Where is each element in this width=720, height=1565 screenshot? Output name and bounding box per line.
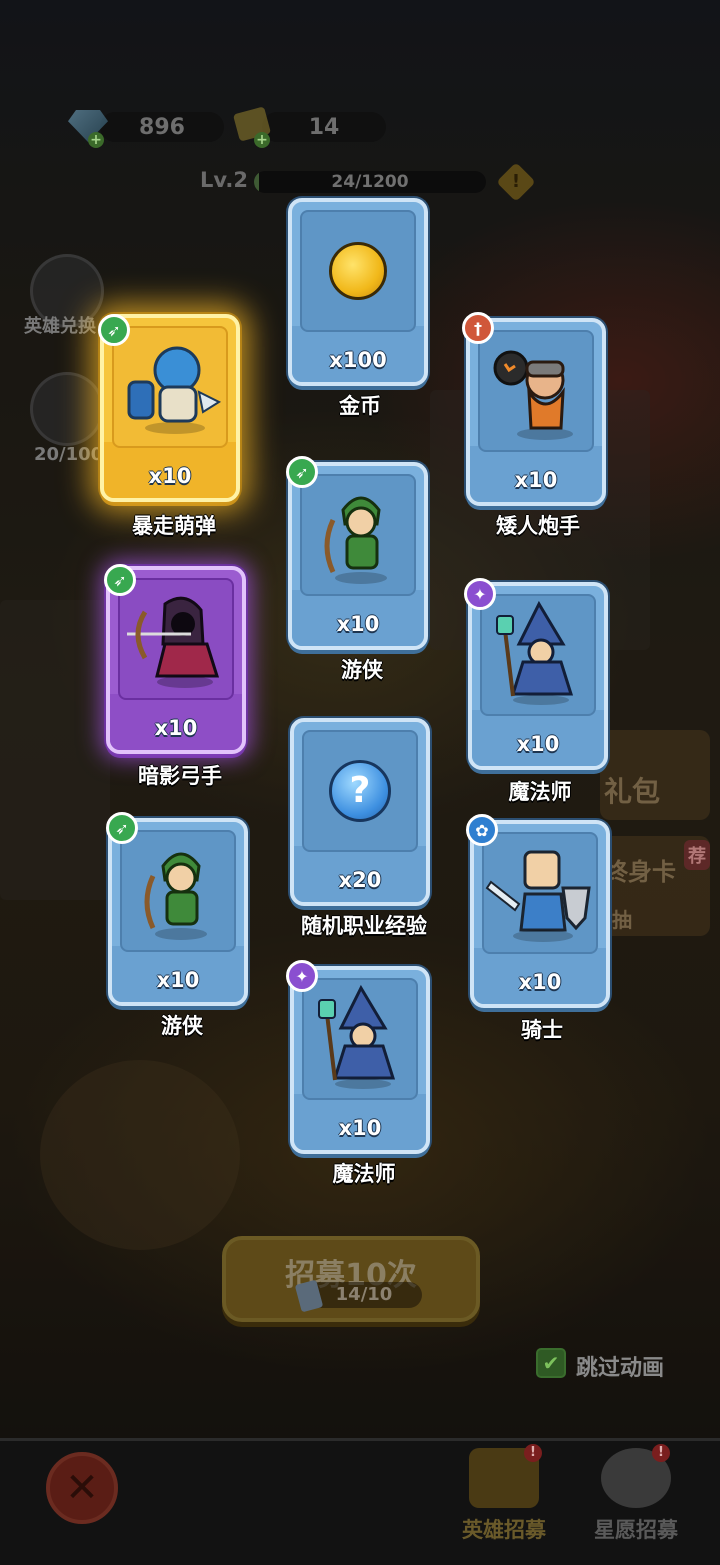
wizard-sprite xyxy=(496,600,574,705)
ranger-bow-icon: ➶ xyxy=(98,314,130,346)
dwarf-bomber-sprite xyxy=(493,350,573,440)
reward-name: 金币 xyxy=(339,394,381,418)
reward-portrait xyxy=(112,326,228,448)
mage-staff-icon: ✦ xyxy=(286,960,318,992)
recruit-ten-button[interactable]: 招募10次 14/10 xyxy=(222,1236,480,1322)
tab-hero-recruit-label: 英雄招募 xyxy=(462,1518,546,1542)
gem-count: 896 xyxy=(139,114,185,140)
ranger-bow-icon: ➶ xyxy=(104,564,136,596)
exp-text: 24/1200 xyxy=(331,172,409,192)
star-progress-label: 20/100 xyxy=(34,444,104,465)
mage-staff-icon: ✦ xyxy=(464,578,496,610)
green-ranger-sprite xyxy=(144,852,207,940)
recommend-badge: 荐 xyxy=(684,840,710,870)
gold-coin-icon xyxy=(329,242,387,300)
exp-bar: 24/1200 xyxy=(254,171,486,193)
reward-card[interactable]: x10 xyxy=(470,820,610,1008)
hero-blue-helmet-sprite xyxy=(127,346,222,434)
reward-portrait xyxy=(302,978,418,1100)
reward-portrait xyxy=(480,594,596,716)
warrior-sword-icon: † xyxy=(462,312,494,344)
add-gem-icon[interactable]: + xyxy=(88,132,104,148)
ticket-counter: 14 xyxy=(262,112,386,142)
reward-quantity: x20 xyxy=(338,868,382,892)
draw-label: 抽 xyxy=(612,908,632,932)
reward-name: 矮人炮手 xyxy=(496,514,580,538)
reward-quantity: x10 xyxy=(516,732,560,756)
reward-quantity: x10 xyxy=(156,968,200,992)
reward-quantity: x10 xyxy=(148,464,192,488)
tank-paw-icon: ✿ xyxy=(466,814,498,846)
reward-name: 游侠 xyxy=(161,1014,203,1038)
shadow-archer-sprite xyxy=(127,596,220,688)
reward-name: 骑士 xyxy=(521,1018,563,1042)
ranger-bow-icon: ➶ xyxy=(286,456,318,488)
reward-quantity: x10 xyxy=(518,970,562,994)
reward-quantity: x10 xyxy=(336,612,380,636)
reward-card[interactable]: ? x20 xyxy=(290,718,430,906)
tab-wish-recruit[interactable]: 星愿招募 ! xyxy=(586,1444,686,1544)
knight-sprite xyxy=(485,850,591,942)
reward-name: 暴走萌弹 xyxy=(132,514,216,538)
player-level: Lv.2 xyxy=(200,168,248,192)
green-ranger-sprite xyxy=(324,496,387,584)
gem-counter: 896 xyxy=(100,112,224,142)
reward-portrait xyxy=(118,578,234,700)
reward-portrait xyxy=(482,832,598,954)
close-icon[interactable]: ✕ xyxy=(46,1452,118,1524)
reward-portrait xyxy=(300,474,416,596)
reward-portrait: ? xyxy=(302,730,418,852)
reward-card[interactable]: x10 xyxy=(288,462,428,650)
recruit-ticket-count: 14/10 xyxy=(306,1282,422,1308)
skip-animation-checkbox[interactable]: ✔ xyxy=(536,1348,566,1378)
reward-name: 游侠 xyxy=(341,658,383,682)
reward-name: 随机职业经验 xyxy=(301,914,427,938)
reward-quantity: x10 xyxy=(514,468,558,492)
reward-card[interactable]: x10 xyxy=(468,582,608,770)
ticket-count: 14 xyxy=(308,114,340,140)
reward-portrait xyxy=(300,210,416,332)
hero-exchange-label: 英雄兑换 xyxy=(24,316,96,337)
reward-quantity: x100 xyxy=(329,348,387,372)
reward-card[interactable]: x10 xyxy=(108,818,248,1006)
notification-badge: ! xyxy=(524,1444,542,1462)
tab-hero-recruit[interactable]: 英雄招募 ! xyxy=(454,1444,554,1544)
reward-quantity: x10 xyxy=(338,1116,382,1140)
reward-card[interactable]: x10 xyxy=(466,318,606,506)
lifetime-card-label: 终身卡 xyxy=(604,858,676,886)
reward-name: 魔法师 xyxy=(332,1162,396,1186)
reward-name: 暗影弓手 xyxy=(138,764,222,788)
reward-card[interactable]: x10 xyxy=(290,966,430,1154)
level-alert-icon[interactable]: ! xyxy=(496,162,536,202)
reward-quantity: x10 xyxy=(154,716,198,740)
add-ticket-icon[interactable]: + xyxy=(254,132,270,148)
reward-card[interactable]: x100 xyxy=(288,198,428,386)
notification-badge: ! xyxy=(652,1444,670,1462)
wizard-sprite xyxy=(318,984,396,1089)
tab-wish-recruit-label: 星愿招募 xyxy=(594,1518,678,1542)
ranger-bow-icon: ➶ xyxy=(106,812,138,844)
star-progress-button[interactable] xyxy=(30,372,104,446)
reward-portrait xyxy=(478,330,594,452)
question-orb-icon: ? xyxy=(329,760,391,822)
reward-portrait xyxy=(120,830,236,952)
skip-animation-label: 跳过动画 xyxy=(576,1356,665,1381)
reward-name: 魔法师 xyxy=(508,780,572,804)
